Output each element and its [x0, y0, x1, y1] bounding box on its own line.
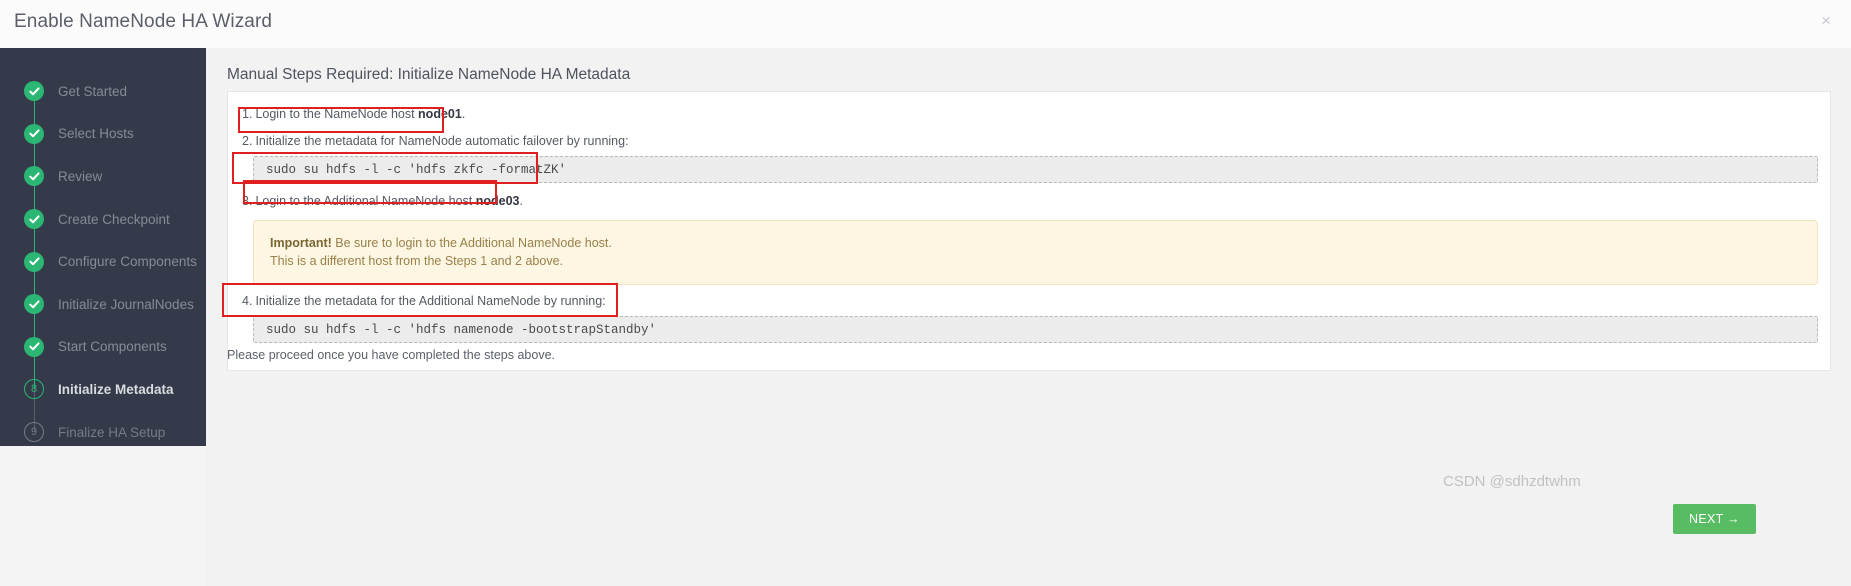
sidebar-item-create-checkpoint[interactable]: Create Checkpoint: [0, 198, 206, 262]
manual-step-3-text-before: Login to the Additional NameNode host: [255, 193, 476, 208]
manual-step-2: 2. Initialize the metadata for NameNode a…: [242, 133, 1818, 149]
wizard-sidebar: Get Started Select Hosts Review Create C…: [0, 48, 206, 446]
manual-step-2-number: 2.: [242, 133, 253, 148]
sidebar-item-label: Initialize Metadata: [58, 381, 174, 397]
sidebar-item-label: Initialize JournalNodes: [58, 296, 194, 312]
main-content: Manual Steps Required: Initialize NameNo…: [206, 48, 1851, 586]
check-icon: [24, 294, 44, 315]
step-number-badge: 9: [24, 422, 44, 443]
command-block-1[interactable]: sudo su hdfs -l -c 'hdfs zkfc -formatZK': [253, 155, 1818, 183]
manual-step-4-number: 4.: [242, 294, 253, 309]
manual-step-3-text-after: .: [519, 193, 523, 208]
sidebar-item-label: Create Checkpoint: [58, 211, 170, 227]
check-icon: [24, 123, 44, 144]
manual-step-3: 3. Login to the Additional NameNode host …: [242, 193, 1818, 209]
sidebar-item-label: Start Components: [58, 339, 167, 355]
alert-line-1: Important! Be sure to login to the Addit…: [270, 234, 1801, 252]
manual-step-1-host: node01: [418, 107, 462, 121]
page-title: Manual Steps Required: Initialize NameNo…: [227, 66, 631, 83]
step-number-badge: 8: [24, 379, 44, 400]
manual-step-1-text-after: .: [461, 107, 466, 121]
manual-step-3-host: node03: [475, 193, 520, 208]
manual-steps-panel: 1. Login to the NameNode host node01. 2. I…: [227, 91, 1831, 371]
manual-step-4-text: Initialize the metadata for the Addition…: [255, 294, 606, 309]
alert-bold-label: Important!: [270, 236, 332, 251]
check-icon: [24, 251, 44, 272]
check-icon: [24, 166, 44, 187]
sidebar-item-initialize-journalnodes[interactable]: Initialize JournalNodes: [0, 283, 206, 347]
manual-steps-list: 1. Login to the NameNode host node01. 2. I…: [242, 107, 1818, 343]
window-title: Enable NameNode HA Wizard: [14, 11, 273, 32]
sidebar-item-label: Configure Components: [58, 254, 197, 270]
sidebar-item-start-components[interactable]: Start Components: [0, 326, 206, 390]
sidebar-item-label: Get Started: [58, 83, 128, 99]
sidebar-item-finalize-ha-setup[interactable]: 9 Finalize HA Setup: [0, 411, 206, 454]
manual-step-1-number: 1.: [242, 107, 253, 121]
manual-step-3-number: 3.: [242, 193, 253, 208]
important-alert: Important! Be sure to login to the Addit…: [253, 220, 1818, 286]
sidebar-item-label: Finalize HA Setup: [58, 424, 166, 440]
sidebar-item-label: Review: [58, 168, 103, 184]
sidebar-item-initialize-metadata[interactable]: 8 Initialize Metadata: [0, 368, 206, 432]
next-button[interactable]: NEXT →: [1673, 504, 1756, 534]
manual-step-1-text-before: Login to the NameNode host: [255, 107, 419, 121]
manual-step-2-text: Initialize the metadata for NameNode aut…: [255, 133, 629, 148]
command-block-2[interactable]: sudo su hdfs -l -c 'hdfs namenode -boots…: [253, 316, 1818, 343]
manual-step-3-text: Login to the Additional NameNode host no…: [255, 193, 523, 209]
proceed-instruction: Please proceed once you have completed t…: [227, 348, 555, 362]
sidebar-item-review[interactable]: Review: [0, 155, 206, 219]
sidebar-item-get-started[interactable]: Get Started: [0, 70, 206, 134]
sidebar-item-configure-components[interactable]: Configure Components: [0, 240, 206, 304]
sidebar-item-label: Select Hosts: [58, 126, 134, 142]
check-icon: [24, 81, 44, 102]
alert-text-1: Be sure to login to the Additional NameN…: [331, 236, 612, 251]
manual-step-4: 4. Initialize the metadata for the Additi…: [242, 294, 1818, 309]
sidebar-item-select-hosts[interactable]: Select Hosts: [0, 113, 206, 177]
manual-step-1-text: Login to the NameNode host node01.: [255, 107, 466, 122]
check-icon: [24, 336, 44, 357]
close-icon[interactable]: ×: [1815, 10, 1837, 32]
manual-step-1: 1. Login to the NameNode host node01.: [242, 107, 1818, 122]
alert-line-2: This is a different host from the Steps …: [270, 254, 563, 269]
check-icon: [24, 209, 44, 230]
window-titlebar: Enable NameNode HA Wizard ×: [0, 0, 1851, 48]
